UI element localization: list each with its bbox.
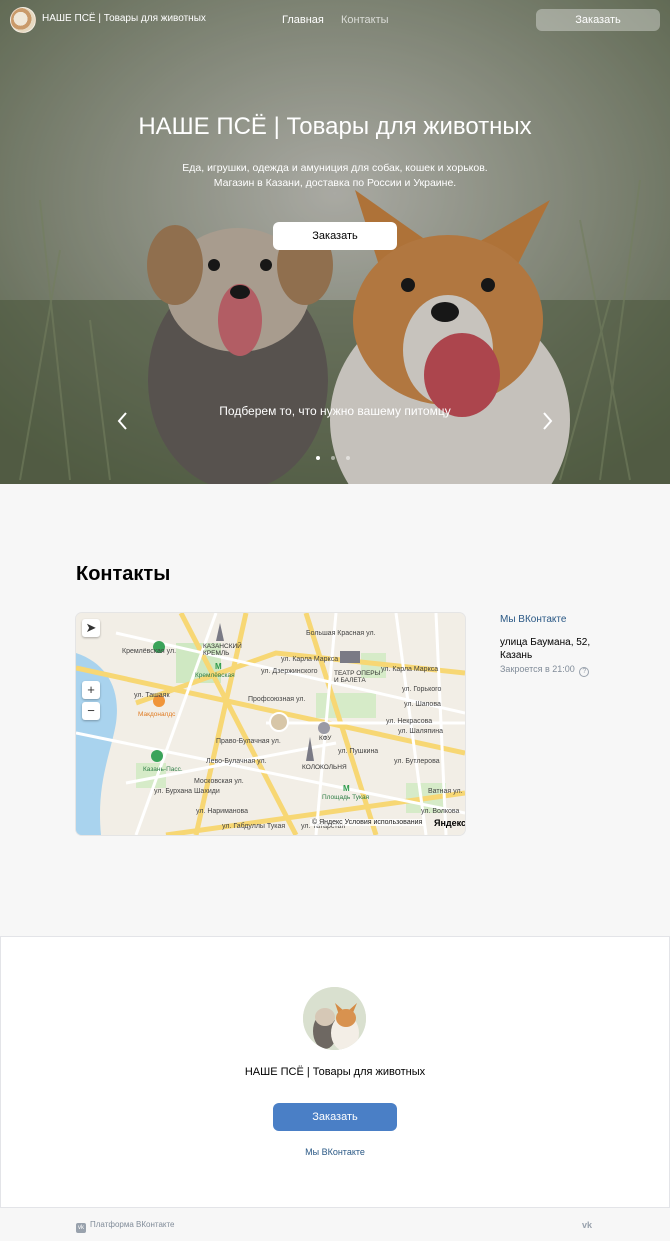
avatar-dogs-image <box>303 987 366 1050</box>
svg-text:КАЗАНСКИЙ: КАЗАНСКИЙ <box>203 641 242 650</box>
nav-link-contacts[interactable]: Контакты <box>341 14 389 26</box>
platform-link[interactable]: vk Платформа ВКонтакте <box>76 1220 175 1233</box>
address-line-1: улица Баумана, 52, <box>500 637 591 648</box>
svg-text:ул. Дзержинского: ул. Дзержинского <box>261 668 318 675</box>
brand-name[interactable]: НАШЕ ПСЁ | Товары для животных <box>42 13 206 24</box>
svg-text:Ватная ул.: Ватная ул. <box>428 788 463 795</box>
map-geolocate-icon[interactable]: ➤ <box>82 619 100 637</box>
svg-text:И БАЛЕТА: И БАЛЕТА <box>334 677 366 684</box>
svg-text:Макдоналдс: Макдоналдс <box>138 711 176 718</box>
chevron-right-icon[interactable] <box>538 410 556 432</box>
svg-text:Лево-Булачная ул.: Лево-Булачная ул. <box>206 758 267 765</box>
help-icon[interactable]: ? <box>579 667 590 677</box>
svg-text:ул. Бутлерова: ул. Бутлерова <box>394 758 440 765</box>
address: улица Баумана, 52, Казань <box>500 636 600 662</box>
nav-link-home[interactable]: Главная <box>282 14 324 26</box>
chevron-left-icon[interactable] <box>114 410 132 432</box>
platform-label: Платформа ВКонтакте <box>90 1220 175 1229</box>
svg-text:Кремлёвская: Кремлёвская <box>195 672 235 679</box>
svg-text:Казань-Пасс.: Казань-Пасс. <box>143 766 183 773</box>
hero-subtitle-line-1: Еда, игрушки, одежда и амуниция для соба… <box>182 162 488 174</box>
svg-text:Московская ул.: Московская ул. <box>194 778 244 785</box>
svg-text:КФУ: КФУ <box>319 735 332 742</box>
map-zoom-in-button[interactable]: + <box>82 681 100 699</box>
order-button-footer[interactable]: Заказать <box>273 1103 397 1131</box>
svg-text:ул. Нариманова: ул. Нариманова <box>196 808 248 815</box>
hero-title: НАШЕ ПСЁ | Товары для животных <box>138 113 532 140</box>
map-credit[interactable]: © Яндекс Условия использования <box>310 819 425 826</box>
map-provider-logo[interactable]: Яндекс <box>434 818 465 828</box>
slider-dot-2[interactable] <box>331 456 335 460</box>
svg-text:ул. Волкова: ул. Волкова <box>421 808 459 815</box>
opening-hours: Закроется в 21:00 ? <box>500 664 590 677</box>
hero-subtitle-line-2: Магазин в Казани, доставка по России и У… <box>213 177 457 189</box>
hero-subtitle: Еда, игрушки, одежда и амуниция для соба… <box>0 161 670 191</box>
yandex-map[interactable]: M M Большая Красная ул. ул. Карла Маркса… <box>76 613 465 835</box>
slider-dot-1[interactable] <box>316 456 320 460</box>
map-canvas[interactable]: M M Большая Красная ул. ул. Карла Маркса… <box>76 613 465 835</box>
svg-text:ул. Шаляпина: ул. Шаляпина <box>398 728 443 735</box>
map-zoom-out-button[interactable]: − <box>82 702 100 720</box>
svg-text:ул. Габдуллы Тукая: ул. Габдуллы Тукая <box>222 822 285 830</box>
svg-text:M: M <box>343 784 350 793</box>
opening-hours-text: Закроется в 21:00 <box>500 664 575 674</box>
svg-text:ул. Ташаяк: ул. Ташаяк <box>134 692 170 699</box>
svg-text:КОЛОКОЛЬНЯ: КОЛОКОЛЬНЯ <box>302 764 347 771</box>
svg-text:Кремлёвская ул.: Кремлёвская ул. <box>122 648 176 655</box>
svg-text:Площадь Тукая: Площадь Тукая <box>322 794 370 801</box>
svg-text:ул. Горького: ул. Горького <box>402 686 442 693</box>
svg-text:Большая Красная ул.: Большая Красная ул. <box>306 630 376 637</box>
vk-link-contacts[interactable]: Мы ВКонтакте <box>500 614 566 625</box>
svg-text:ул. Карла Маркса: ул. Карла Маркса <box>281 656 338 663</box>
community-avatar-icon[interactable] <box>10 7 36 33</box>
svg-text:ул. Пушкина: ул. Пушкина <box>338 748 378 755</box>
svg-text:ТЕАТР ОПЕРЫ: ТЕАТР ОПЕРЫ <box>334 670 381 677</box>
svg-text:КРЕМЛЬ: КРЕМЛЬ <box>203 650 229 657</box>
slider-dot-3[interactable] <box>346 456 350 460</box>
svg-text:ул. Бурхана Шахиди: ул. Бурхана Шахиди <box>154 788 220 795</box>
slide-caption: Подберем то, что нужно вашему питомцу <box>219 404 451 418</box>
svg-text:Право-Булачная ул.: Право-Булачная ул. <box>216 738 281 745</box>
svg-text:ул. Карла Маркса: ул. Карла Маркса <box>381 666 438 673</box>
vk-link-footer[interactable]: Мы ВКонтакте <box>0 1147 670 1157</box>
order-button-header[interactable]: Заказать <box>536 9 660 31</box>
vk-logo-icon[interactable]: vk <box>582 1220 594 1230</box>
order-button-hero[interactable]: Заказать <box>273 222 397 250</box>
footer-community-name: НАШЕ ПСЁ | Товары для животных <box>244 1066 426 1078</box>
svg-text:M: M <box>215 662 222 671</box>
contacts-title: Контакты <box>76 563 171 585</box>
svg-text:ул. Некрасова: ул. Некрасова <box>386 718 432 725</box>
svg-text:Профсоюзная ул.: Профсоюзная ул. <box>248 696 305 703</box>
community-avatar <box>303 987 366 1050</box>
hero-section: НАШЕ ПСЁ | Товары для животных Главная К… <box>0 0 670 484</box>
address-line-2: Казань <box>500 650 533 661</box>
vk-icon: vk <box>76 1223 86 1233</box>
svg-text:ул. Шапова: ул. Шапова <box>404 701 441 708</box>
slider-dots <box>316 447 361 465</box>
top-navigation: НАШЕ ПСЁ | Товары для животных Главная К… <box>0 0 670 40</box>
